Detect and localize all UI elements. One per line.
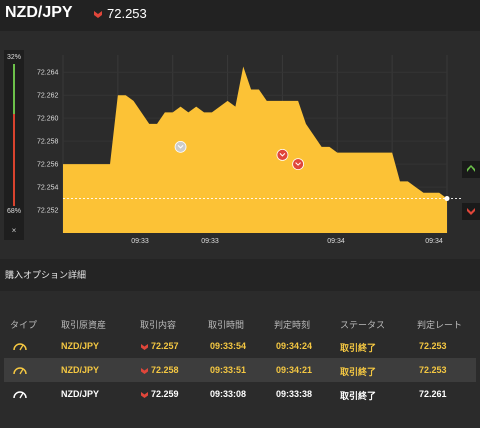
gauge-up-bar (13, 64, 15, 114)
gauge-down-bar (13, 114, 15, 206)
row-judge-time: 09:33:38 (276, 389, 313, 399)
current-rate: 72.253 (107, 6, 147, 21)
row-status: 取引終了 (340, 367, 377, 377)
row-rate: 72.257 (151, 341, 179, 351)
down-arrow-icon (141, 368, 148, 374)
row-trade-time: 09:33:54 (210, 341, 247, 351)
y-tick-label: 72.262 (37, 93, 59, 100)
sentiment-gauge: 32% 68% × (4, 50, 24, 240)
trade-marker-icon[interactable] (276, 149, 289, 161)
row-judge-rate: 72.261 (419, 389, 447, 399)
x-tick-label: 09:34 (425, 238, 443, 245)
row-judge-rate: 72.253 (419, 365, 447, 375)
row-pair: NZD/JPY (61, 365, 100, 375)
row-rate: 72.258 (151, 365, 179, 375)
down-arrow-icon (141, 392, 148, 398)
row-trade-time: 09:33:08 (210, 389, 247, 399)
price-chart: 72.264 72.262 72.260 72.258 72.256 72.254 72.2… (37, 55, 462, 245)
col-asset: 取引原資産 (61, 320, 107, 330)
y-tick-label: 72.252 (37, 208, 59, 215)
header-bar: NZD/JPY 72.253 (0, 0, 480, 31)
row-judge-time: 09:34:24 (276, 341, 313, 351)
x-tick-label: 09:33 (131, 238, 149, 245)
row-rate: 72.259 (151, 389, 179, 399)
current-rate-dot (444, 196, 450, 202)
down-arrow-icon (141, 344, 148, 350)
col-content: 取引内容 (140, 320, 177, 330)
option-details-title: 購入オプション詳細 (5, 270, 87, 280)
y-tick-label: 72.256 (37, 162, 59, 169)
col-type: タイプ (10, 320, 38, 330)
col-status: ステータス (340, 320, 386, 330)
trade-marker-icon[interactable] (174, 140, 187, 153)
row-pair: NZD/JPY (61, 341, 100, 351)
x-tick-label: 09:33 (201, 238, 219, 245)
col-judge-rate: 判定レート (417, 320, 463, 330)
table-header: タイプ 取引原資産 取引内容 取引時間 判定時刻 ステータス 判定レート (4, 312, 476, 334)
timer-gauge-icon (13, 343, 27, 351)
table-row[interactable]: NZD/JPY 72.257 09:33:54 09:34:24 取引終了 72… (4, 334, 476, 358)
down-arrow-icon (94, 11, 102, 18)
trade-marker-icon[interactable] (292, 158, 305, 170)
table-row[interactable]: NZD/JPY 72.259 09:33:08 09:33:38 取引終了 72… (4, 382, 476, 406)
buy-up-button[interactable] (462, 161, 480, 178)
gauge-up-percent: 32% (6, 54, 21, 61)
y-tick-label: 72.264 (37, 70, 59, 77)
col-judge-time: 判定時刻 (274, 320, 311, 330)
table-row[interactable]: NZD/JPY 72.258 09:33:51 09:34:21 取引終了 72… (4, 358, 476, 382)
y-tick-label: 72.254 (37, 185, 59, 192)
row-judge-rate: 72.253 (419, 341, 447, 351)
timer-gauge-icon (13, 391, 27, 399)
row-pair: NZD/JPY (61, 389, 100, 399)
chart-panel: 72.264 72.262 72.260 72.258 72.256 72.254 72.2… (0, 31, 480, 259)
up-arrow-icon (467, 165, 475, 172)
x-tick-label: 09:34 (327, 238, 345, 245)
currency-pair-title: NZD/JPY (5, 4, 73, 21)
row-judge-time: 09:34:21 (276, 365, 313, 375)
option-details-bar: 購入オプション詳細 (0, 259, 480, 291)
row-status: 取引終了 (340, 343, 377, 353)
col-trade-time: 取引時間 (208, 320, 245, 330)
timer-gauge-icon (13, 367, 27, 375)
price-area (63, 66, 447, 233)
down-arrow-icon (467, 208, 475, 215)
y-tick-label: 72.260 (37, 116, 59, 123)
buy-down-button[interactable] (462, 203, 480, 220)
row-status: 取引終了 (340, 391, 377, 401)
y-tick-label: 72.258 (37, 139, 59, 146)
gauge-down-percent: 68% (6, 208, 21, 215)
row-trade-time: 09:33:51 (210, 365, 247, 375)
gauge-close-icon[interactable]: × (4, 226, 24, 235)
